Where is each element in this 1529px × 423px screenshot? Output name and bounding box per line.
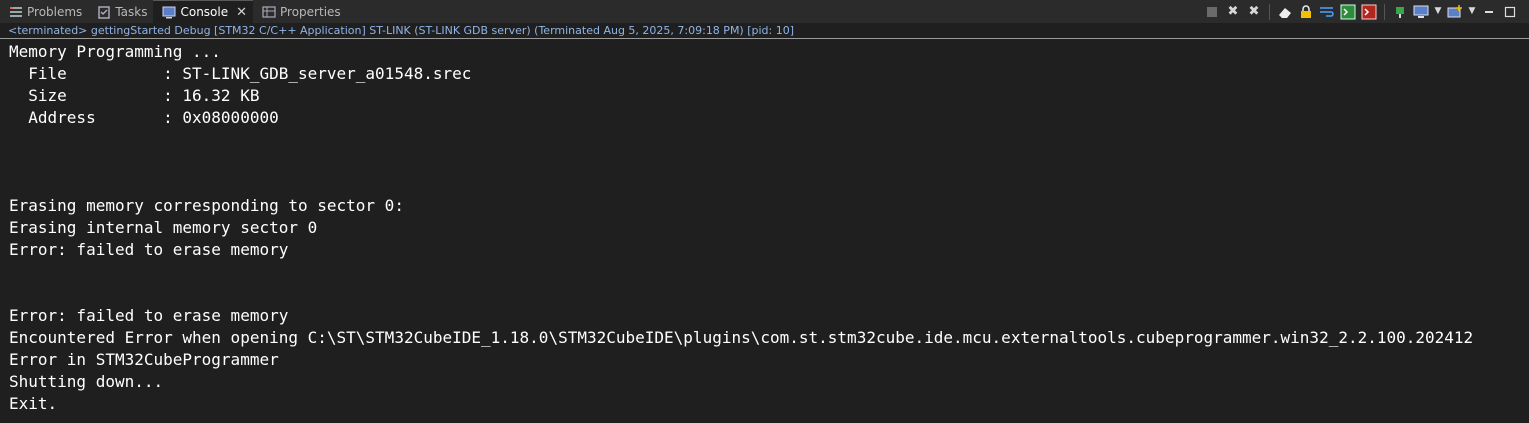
toolbar-separator bbox=[1384, 3, 1385, 20]
console-line: Error: failed to erase memory bbox=[9, 306, 289, 325]
remove-launch-icon[interactable]: ✖ bbox=[1224, 3, 1242, 21]
console-icon bbox=[162, 5, 176, 19]
tab-label: Problems bbox=[27, 4, 83, 19]
show-on-stdout-icon[interactable] bbox=[1339, 3, 1357, 21]
stop-icon[interactable] bbox=[1203, 3, 1221, 21]
console-line: Error in STM32CubeProgrammer bbox=[9, 350, 279, 369]
tab-tasks[interactable]: Tasks bbox=[88, 0, 153, 23]
console-status-label: <terminated> gettingStarted Debug [STM32… bbox=[0, 23, 1529, 38]
remove-all-terminated-icon[interactable]: ✖ bbox=[1245, 3, 1263, 21]
minimize-icon[interactable] bbox=[1480, 3, 1498, 21]
tab-console[interactable]: Console ✕ bbox=[153, 0, 254, 23]
console-line: Address : 0x08000000 bbox=[9, 108, 279, 127]
tab-label: Console bbox=[180, 5, 229, 19]
console-line: Error: failed to erase memory bbox=[9, 240, 289, 259]
tab-properties[interactable]: Properties bbox=[253, 0, 347, 23]
display-console-icon[interactable] bbox=[1412, 3, 1430, 21]
properties-icon bbox=[262, 5, 276, 19]
divider bbox=[0, 38, 1529, 39]
console-line: Exit. bbox=[9, 394, 58, 413]
show-on-stderr-icon[interactable] bbox=[1360, 3, 1378, 21]
word-wrap-icon[interactable] bbox=[1318, 3, 1336, 21]
chevron-down-icon[interactable]: ▼ bbox=[1467, 3, 1477, 21]
console-line: Erasing memory corresponding to sector 0… bbox=[9, 196, 404, 215]
console-line: File : ST-LINK_GDB_server_a01548.srec bbox=[9, 64, 472, 83]
toolbar-separator bbox=[1269, 3, 1270, 20]
clear-console-icon[interactable] bbox=[1276, 3, 1294, 21]
tab-label: Properties bbox=[280, 4, 341, 19]
console-toolbar: ✖ ✖ ▼ ▼ bbox=[1203, 0, 1529, 23]
tab-label: Tasks bbox=[115, 4, 148, 19]
tasks-icon bbox=[97, 5, 111, 19]
problems-icon bbox=[9, 5, 23, 19]
maximize-icon[interactable] bbox=[1501, 3, 1519, 21]
console-line: Size : 16.32 KB bbox=[9, 86, 260, 105]
console-line: Erasing internal memory sector 0 bbox=[9, 218, 318, 237]
console-line: Encountered Error when opening C:\ST\STM… bbox=[9, 328, 1474, 347]
chevron-down-icon[interactable]: ▼ bbox=[1433, 3, 1443, 21]
pin-console-icon[interactable] bbox=[1391, 3, 1409, 21]
console-output[interactable]: Memory Programming ... File : ST-LINK_GD… bbox=[9, 41, 1529, 423]
new-console-icon[interactable] bbox=[1446, 3, 1464, 21]
console-line: Memory Programming ... bbox=[9, 42, 221, 61]
close-icon[interactable]: ✕ bbox=[236, 5, 247, 20]
scroll-lock-icon[interactable] bbox=[1297, 3, 1315, 21]
tab-problems[interactable]: Problems bbox=[0, 0, 88, 23]
console-line: Shutting down... bbox=[9, 372, 164, 391]
